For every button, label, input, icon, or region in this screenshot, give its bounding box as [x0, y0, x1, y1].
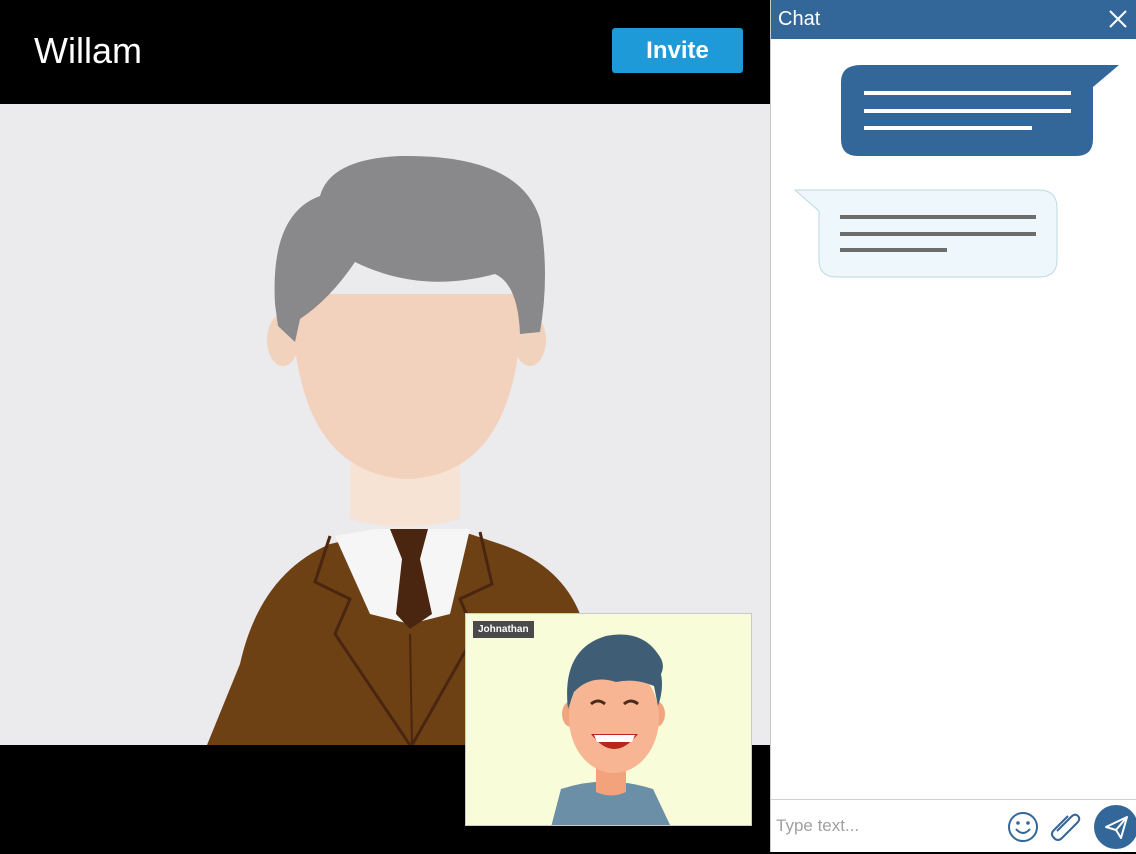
caller-name: Willam — [34, 30, 142, 71]
self-view-pip[interactable]: Johnathan — [465, 613, 752, 826]
video-call-area: Willam Invite Johnathan — [0, 0, 770, 852]
self-avatar-illustration — [551, 634, 671, 825]
chat-input-bar — [771, 799, 1136, 852]
chat-title: Chat — [778, 8, 821, 30]
outgoing-message-bubble — [841, 65, 1119, 156]
smiley-icon[interactable] — [1006, 810, 1040, 844]
close-icon[interactable] — [1107, 8, 1129, 30]
paperclip-icon[interactable] — [1049, 810, 1083, 844]
chat-message-input[interactable] — [774, 812, 1003, 840]
pip-participant-label: Johnathan — [473, 621, 534, 638]
chat-header: Chat — [771, 0, 1136, 39]
call-header: Willam Invite — [0, 0, 770, 104]
send-button[interactable] — [1094, 805, 1136, 849]
paper-plane-icon — [1105, 816, 1128, 839]
incoming-message-bubble — [793, 189, 1058, 278]
chat-message-list — [771, 39, 1136, 799]
invite-button[interactable]: Invite — [612, 28, 743, 73]
chat-panel: Chat — [770, 0, 1136, 852]
